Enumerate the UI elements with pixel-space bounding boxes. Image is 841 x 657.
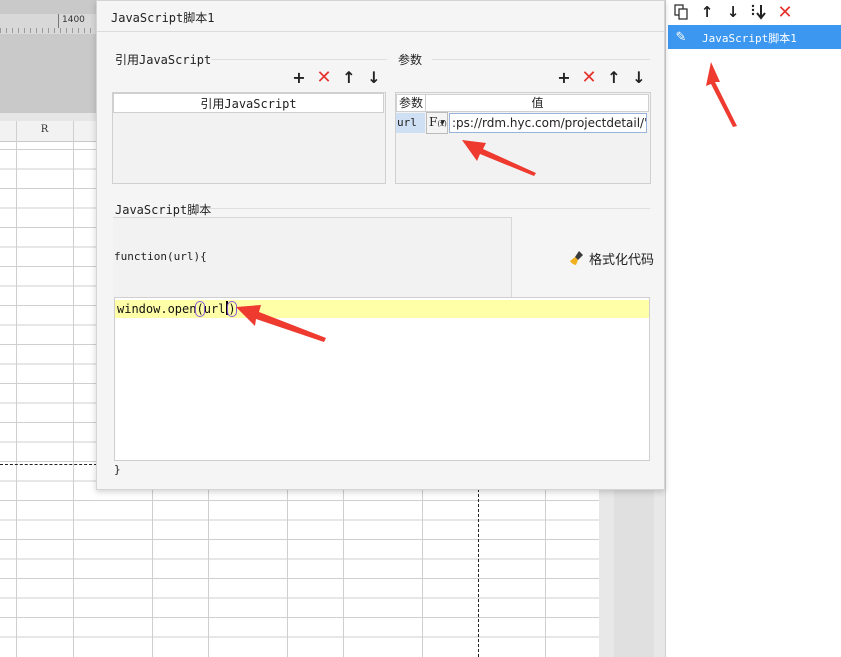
dialog-title-separator <box>97 31 664 32</box>
ref-move-down-button[interactable]: ↓ <box>365 67 383 87</box>
copy-icon <box>674 4 688 20</box>
grid-column-line <box>16 121 17 657</box>
ruler-tick <box>58 14 59 28</box>
ref-delete-button[interactable]: ✕ <box>315 66 333 88</box>
page-break-vertical <box>478 489 479 657</box>
javascript-dialog: JavaScript脚本1 引用JavaScript + ✕ ↑ ↓ 引用Jav… <box>96 0 665 490</box>
close-icon: ✕ <box>777 1 793 23</box>
param-add-button[interactable]: + <box>555 67 573 87</box>
ref-section-line <box>211 59 387 60</box>
close-icon: ✕ <box>581 66 597 88</box>
pencil-icon: ✎ <box>675 29 687 45</box>
param-table-header: 参数 值 <box>396 94 649 112</box>
side-panel: ↑ ↓ ✕ ✎ JavaScript脚本1 <box>665 0 841 657</box>
copy-button[interactable] <box>671 3 691 21</box>
code-editor[interactable]: window.open(url) <box>114 297 650 461</box>
param-row[interactable]: url F(x) ▼ :ps://rdm.hyc.com/projectdeta… <box>396 112 649 134</box>
param-value-header: 值 <box>531 96 544 110</box>
plus-icon: + <box>557 67 571 87</box>
side-item-label: JavaScript脚本1 <box>702 32 797 45</box>
ref-column-header: 引用JavaScript <box>113 93 384 113</box>
ref-add-button[interactable]: + <box>290 67 308 87</box>
code-line[interactable]: window.open(url) <box>117 301 237 317</box>
arrow-up-icon: ↑ <box>342 67 356 87</box>
ref-move-up-button[interactable]: ↑ <box>340 67 358 87</box>
arrow-up-icon: ↑ <box>607 67 621 87</box>
param-move-up-button[interactable]: ↑ <box>605 67 623 87</box>
move-up-button[interactable]: ↑ <box>697 3 717 21</box>
function-header: function(url){ <box>114 250 207 263</box>
move-down-button[interactable]: ↓ <box>723 3 743 21</box>
chevron-down-icon: ▼ <box>440 119 445 126</box>
column-header-r[interactable]: R <box>16 124 73 135</box>
param-delete-button[interactable]: ✕ <box>580 66 598 88</box>
formula-button[interactable]: F(x) ▼ <box>426 112 448 134</box>
plus-icon: + <box>292 67 306 87</box>
code-paren: ( <box>195 301 205 317</box>
delete-button[interactable]: ✕ <box>775 1 795 23</box>
grid-column-line <box>73 121 74 657</box>
param-section-line <box>432 59 650 60</box>
close-icon: ✕ <box>316 66 332 88</box>
param-move-down-button[interactable]: ↓ <box>630 67 648 87</box>
ruler-label: 1400 <box>62 15 85 25</box>
move-to-bottom-icon <box>751 4 766 20</box>
script-section-title: JavaScript脚本 <box>115 203 212 217</box>
param-section-title: 参数 <box>398 53 423 67</box>
script-section-line <box>207 208 650 209</box>
side-item-javascript[interactable]: ✎ JavaScript脚本1 <box>668 25 841 49</box>
function-footer: } <box>114 463 121 476</box>
dialog-title: JavaScript脚本1 <box>111 11 215 25</box>
format-code-button[interactable]: 格式化代码 <box>569 248 654 268</box>
code-paren: ) <box>227 301 237 317</box>
broom-icon <box>570 251 583 265</box>
code-text: window.open <box>117 302 197 316</box>
arrow-down-icon: ↓ <box>726 3 740 21</box>
param-name-header: 参数 <box>397 95 426 111</box>
page-break-horizontal <box>0 464 97 465</box>
format-code-label: 格式化代码 <box>589 252 655 268</box>
ref-section-title: 引用JavaScript <box>115 53 212 67</box>
code-arg: url <box>203 302 226 316</box>
param-value-input[interactable]: :ps://rdm.hyc.com/projectdetail/"+c4 <box>449 113 647 133</box>
move-to-bottom-button[interactable] <box>749 3 769 21</box>
arrow-down-icon: ↓ <box>632 67 646 87</box>
arrow-up-icon: ↑ <box>700 3 714 21</box>
arrow-down-icon: ↓ <box>367 67 381 87</box>
param-name-cell[interactable]: url <box>396 113 425 133</box>
